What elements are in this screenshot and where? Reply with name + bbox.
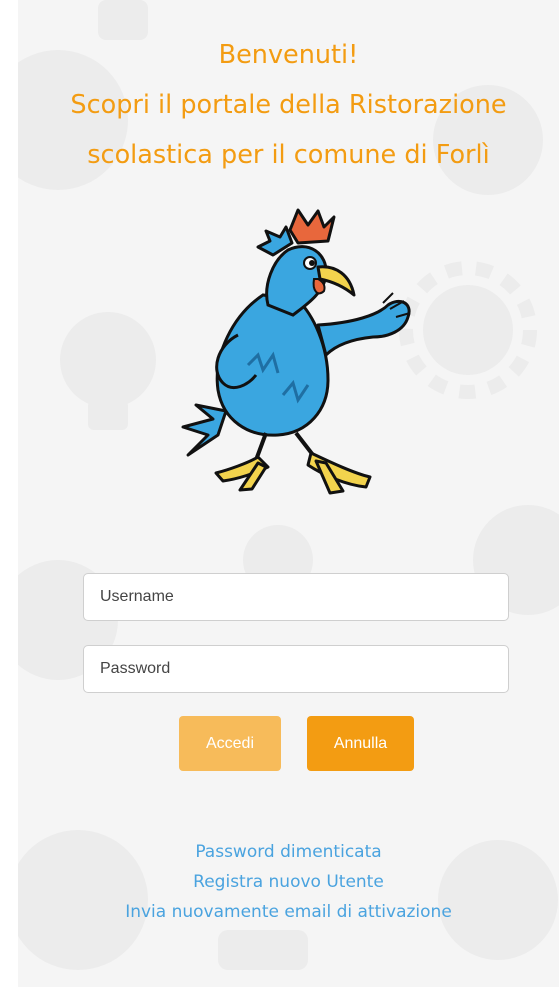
- username-input[interactable]: [83, 573, 509, 621]
- welcome-subtitle-line1: Scopri il portale della Ristorazione: [70, 90, 507, 120]
- login-button[interactable]: Accedi: [179, 716, 281, 771]
- welcome-title: Benvenuti!: [218, 40, 359, 70]
- welcome-subtitle-line2: scolastica per il comune di Forlì: [87, 140, 490, 170]
- password-input[interactable]: [83, 645, 509, 693]
- login-page: Benvenuti! Scopri il portale della Risto…: [0, 0, 559, 987]
- register-link[interactable]: Registra nuovo Utente: [18, 871, 559, 893]
- rooster-mascot-icon: [181, 208, 411, 495]
- forgot-password-link[interactable]: Password dimenticata: [18, 841, 559, 863]
- cancel-button[interactable]: Annulla: [307, 716, 414, 771]
- login-panel: Benvenuti! Scopri il portale della Risto…: [18, 0, 559, 987]
- resend-activation-link[interactable]: Invia nuovamente email di attivazione: [18, 901, 559, 923]
